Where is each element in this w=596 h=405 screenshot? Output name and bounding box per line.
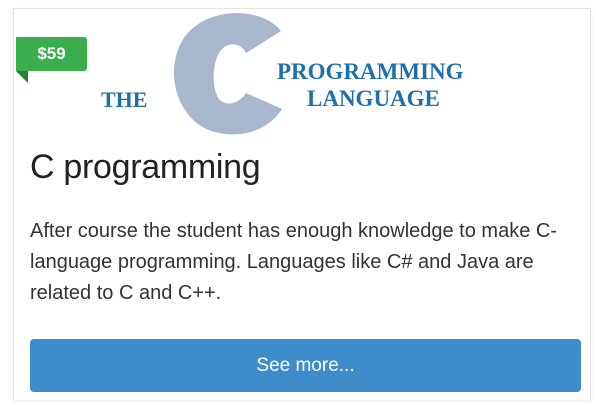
price-badge: $59 [16,37,87,71]
c-programming-language-logo: THE PROGRAMMING LANGUAGE [101,13,464,135]
course-logo: THE PROGRAMMING LANGUAGE [14,9,590,137]
see-more-button[interactable]: See more... [30,339,581,392]
logo-word-programming: PROGRAMMING [277,59,464,84]
logo-big-c-shape [173,13,282,135]
course-title: C programming [30,148,261,186]
course-card: THE PROGRAMMING LANGUAGE $59 C programmi… [13,8,591,400]
logo-word-language: LANGUAGE [307,86,440,111]
logo-word-the: THE [101,87,147,112]
course-description: After course the student has enough know… [30,220,557,304]
price-badge-fold [16,71,28,83]
